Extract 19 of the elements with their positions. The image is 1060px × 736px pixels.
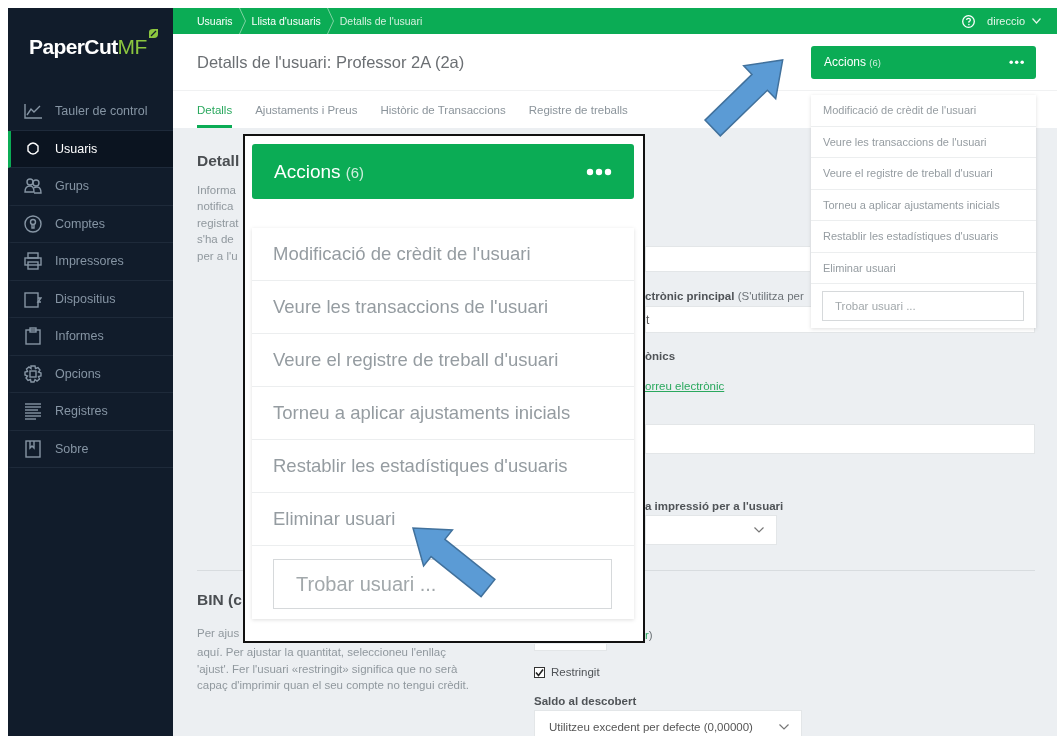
adjust-text: r) — [645, 628, 653, 642]
description-text: notifica — [197, 199, 234, 215]
field-label: ctrònic principal (S'utilitza per — [645, 289, 804, 303]
description-text: Informa — [197, 183, 236, 198]
page-title: Detalls de l'usuari: Professor 2A (2a) — [197, 52, 465, 72]
field-label: Saldo al descobert — [534, 694, 637, 708]
description-text: Per ajus — [197, 626, 240, 641]
description-text: per a l'u — [197, 248, 238, 264]
section-title: BIN (c — [197, 591, 242, 609]
section-title: Detall — [197, 152, 240, 170]
description-text: capaç d'imprimir quan el seu compte no tengui crèdit. — [197, 678, 469, 694]
description-text: registrat — [197, 215, 239, 231]
description-text: aquí. Per ajustar la quantitat, seleccioneu l'enllaç — [197, 645, 446, 661]
field-label: ònics — [645, 349, 676, 363]
checkbox-label: Restringit — [551, 666, 600, 678]
description-text: s'ha de — [197, 232, 234, 248]
logo-text: PaperCutMF — [29, 34, 147, 60]
description-text: 'ajust'. Fer l'usuari «restringit» significa que no serà — [197, 661, 458, 677]
field-label: a impressió per a l'usuari — [645, 499, 784, 513]
